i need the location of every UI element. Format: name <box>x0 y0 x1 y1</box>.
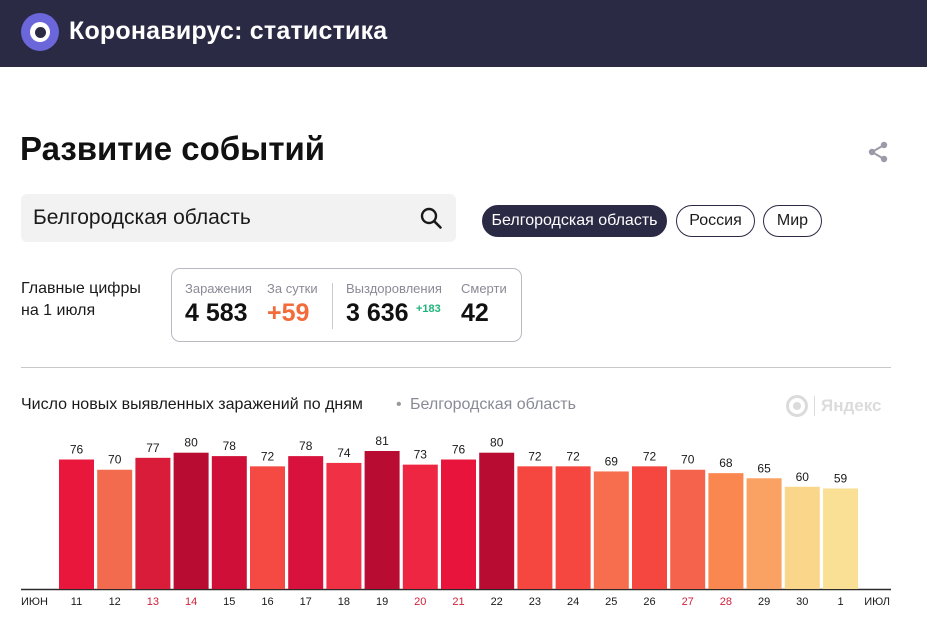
recovered-caption: Выздоровления <box>346 281 442 296</box>
x-tick-label: 20 <box>414 596 426 608</box>
bar-value-label: 80 <box>490 436 504 450</box>
daily-value: +59 <box>267 299 310 327</box>
bar <box>670 469 706 589</box>
bar <box>173 452 209 589</box>
bar <box>517 466 553 589</box>
bar <box>59 459 94 589</box>
chart-region: Белгородская область <box>410 396 576 413</box>
x-tick-label: 30 <box>796 596 808 608</box>
bar <box>823 488 858 589</box>
bar-value-label: 80 <box>184 436 198 450</box>
yandex-watermark: Яндекс <box>786 395 881 417</box>
bar <box>364 451 400 589</box>
bar-value-label: 60 <box>796 470 810 484</box>
deaths-caption: Смерти <box>461 281 507 296</box>
x-tick-label: 21 <box>452 596 464 608</box>
yandex-logo-icon <box>786 395 808 417</box>
bar <box>746 478 782 589</box>
x-tick-label: 25 <box>605 596 617 608</box>
bar <box>288 456 324 589</box>
bar-value-label: 68 <box>719 456 733 470</box>
bar-value-label: 72 <box>528 449 542 463</box>
section-divider <box>21 367 891 368</box>
x-tick-label: 12 <box>109 596 121 608</box>
bar <box>441 459 476 589</box>
bar-value-label: 81 <box>375 434 389 448</box>
region-pill-russia[interactable]: Россия <box>676 205 755 237</box>
infections-caption: Заражения <box>185 281 252 296</box>
bar-value-label: 69 <box>605 454 619 468</box>
x-tick-label: 26 <box>643 596 655 608</box>
summary-label-line2: на 1 июля <box>21 302 96 319</box>
x-month-start-label: ИЮН <box>21 596 48 608</box>
bar-value-label: 76 <box>452 443 466 457</box>
bar <box>211 456 247 589</box>
daily-caption: За сутки <box>267 281 318 296</box>
top-bar: Коронавирус: статистика <box>0 0 927 67</box>
region-pill-belgorod[interactable]: Белгородская область <box>482 205 667 237</box>
bar-chart: 76 11 70 12 77 13 80 14 78 15 72 16 78 17 74 18 81 19 73 20… <box>21 434 891 608</box>
x-tick-label: 29 <box>758 596 770 608</box>
infections-value: 4 583 <box>185 299 248 327</box>
summary-label-line1: Главные цифры <box>21 280 141 297</box>
card-divider <box>332 283 333 329</box>
bar <box>135 457 171 589</box>
bar <box>250 466 285 589</box>
share-icon[interactable] <box>866 140 890 164</box>
bar-value-label: 77 <box>146 441 160 455</box>
bar <box>555 466 591 589</box>
summary-label: Главные цифры на 1 июля <box>21 278 141 322</box>
bar-value-label: 78 <box>223 439 237 453</box>
bar <box>632 466 667 589</box>
bar-value-label: 78 <box>299 439 313 453</box>
x-tick-label: 15 <box>223 596 235 608</box>
logo-icon[interactable] <box>21 13 59 51</box>
x-tick-label: 23 <box>529 596 541 608</box>
bar <box>402 464 438 589</box>
x-tick-label: 24 <box>567 596 579 608</box>
x-tick-label: 28 <box>720 596 732 608</box>
x-tick-label: 13 <box>147 596 159 608</box>
bar-value-label: 59 <box>834 471 848 485</box>
bar-value-label: 65 <box>757 461 771 475</box>
search-input[interactable] <box>33 204 413 232</box>
bar <box>784 486 820 589</box>
bar-value-label: 70 <box>681 453 695 467</box>
page-title: Развитие событий <box>20 130 326 167</box>
bar <box>479 452 515 589</box>
yandex-separator <box>814 396 815 416</box>
x-tick-label: 19 <box>376 596 388 608</box>
x-month-end-label: ИЮЛ <box>864 596 890 608</box>
x-tick-label: 16 <box>261 596 273 608</box>
x-tick-label: 14 <box>185 596 197 608</box>
bar-value-label: 70 <box>108 453 122 467</box>
bar-value-label: 72 <box>261 449 275 463</box>
stats-card: Заражения 4 583 За сутки +59 Выздоровлен… <box>171 268 522 342</box>
bar <box>97 469 133 589</box>
bar-value-label: 72 <box>643 449 657 463</box>
bar <box>708 473 744 589</box>
bar-value-label: 73 <box>414 448 428 462</box>
x-tick-label: 27 <box>682 596 694 608</box>
region-pill-world[interactable]: Мир <box>763 205 822 237</box>
bar-value-label: 72 <box>566 449 580 463</box>
search-icon[interactable] <box>419 206 443 230</box>
bar-value-label: 76 <box>70 443 84 457</box>
x-tick-label: 11 <box>71 596 82 608</box>
x-tick-label: 1 <box>837 596 843 608</box>
chart-title: Число новых выявленных заражений по дням <box>21 396 363 413</box>
bar <box>326 462 362 589</box>
bar <box>593 471 629 589</box>
recovered-value: 3 636 <box>346 299 409 327</box>
x-tick-label: 22 <box>491 596 503 608</box>
chart-title-separator: • <box>396 396 402 413</box>
bar-value-label: 74 <box>337 446 351 460</box>
recovered-delta: +183 <box>416 303 441 315</box>
yandex-watermark-text: Яндекс <box>821 396 882 415</box>
x-tick-label: 17 <box>300 596 312 608</box>
app-title[interactable]: Коронавирус: статистика <box>69 17 387 46</box>
deaths-value: 42 <box>461 299 489 327</box>
search-box <box>21 194 456 242</box>
x-tick-label: 18 <box>338 596 350 608</box>
